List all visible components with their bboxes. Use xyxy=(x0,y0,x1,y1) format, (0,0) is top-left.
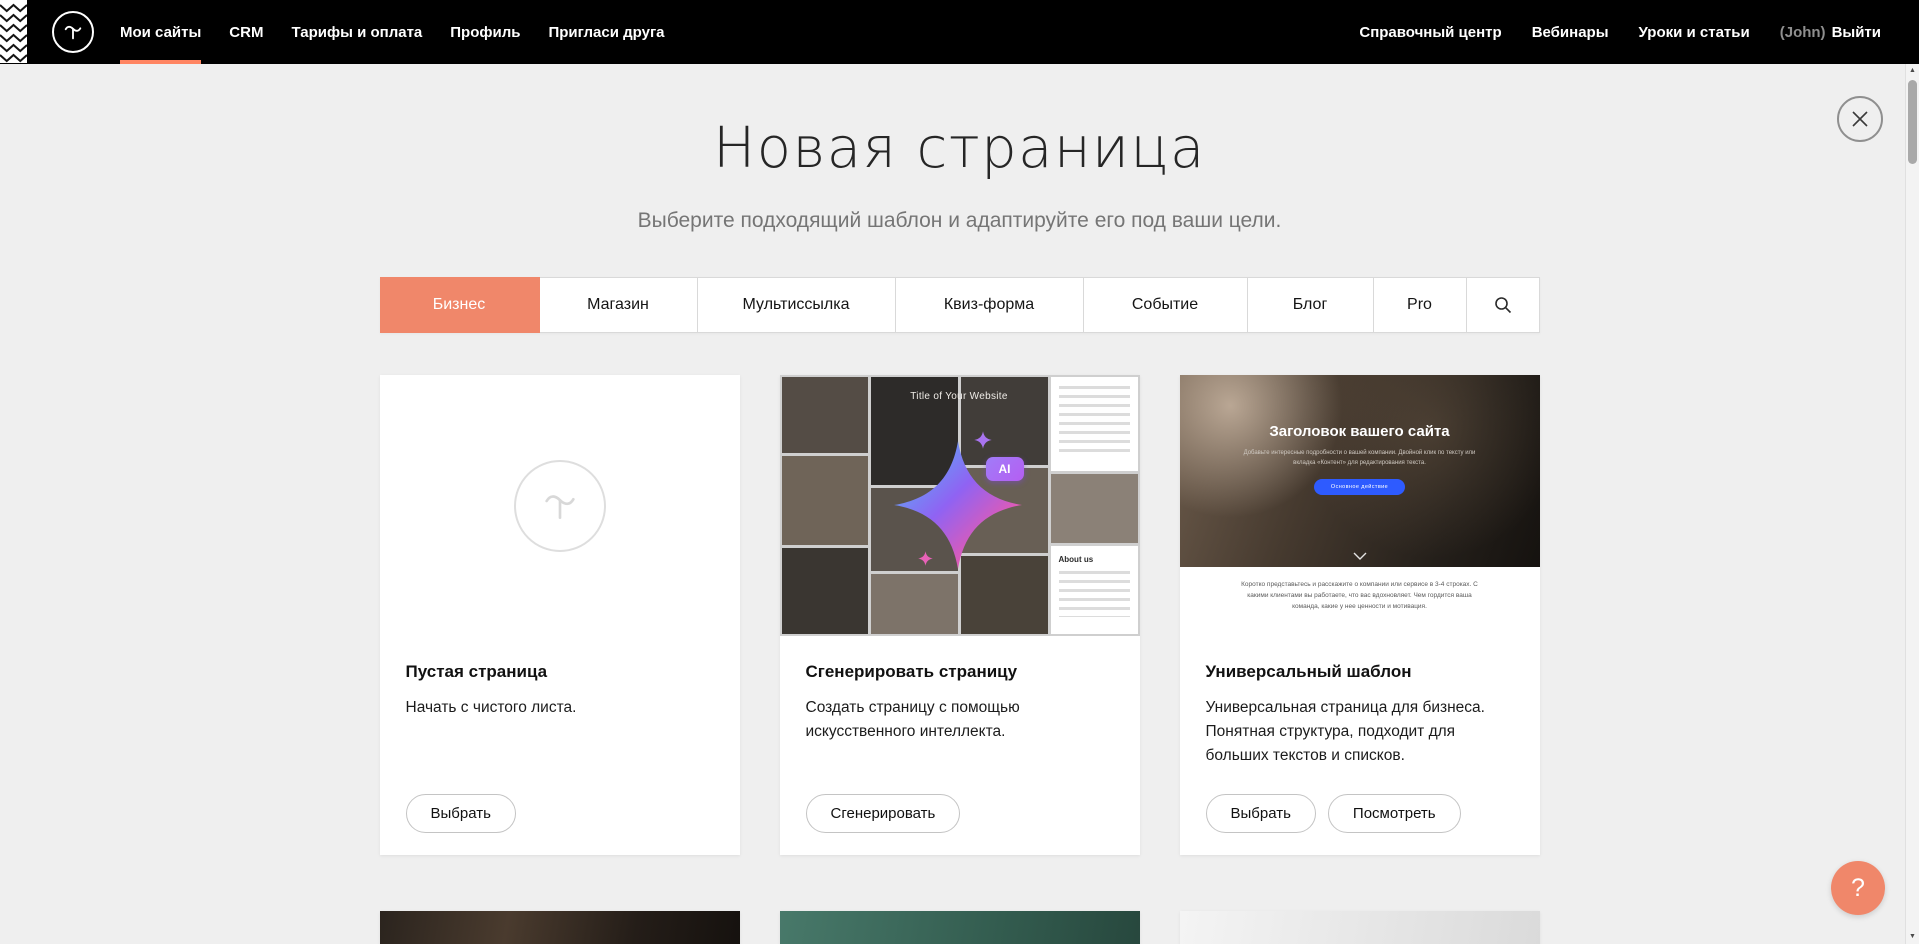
card-actions: Выбрать xyxy=(406,794,516,833)
nav-webinars[interactable]: Вебинары xyxy=(1532,24,1609,41)
select-blank-button[interactable]: Выбрать xyxy=(406,794,516,833)
card-title: Сгенерировать страницу xyxy=(806,662,1114,682)
close-icon xyxy=(1851,110,1869,128)
user-name: (John) xyxy=(1780,24,1826,41)
collage-photo xyxy=(782,548,868,634)
tab-business[interactable]: Бизнес xyxy=(380,277,540,333)
template-grid-row2 xyxy=(380,911,1540,944)
template-card-partial-2[interactable] xyxy=(780,911,1140,944)
preview-hero-button: Основное действие xyxy=(1314,479,1405,495)
tab-multilink[interactable]: Мультиссылка xyxy=(698,278,896,332)
tab-event[interactable]: Событие xyxy=(1084,278,1248,332)
scrollbar-up-icon[interactable]: ▲ xyxy=(1906,64,1919,78)
tab-blog[interactable]: Блог xyxy=(1248,278,1374,332)
tilda-logo-icon xyxy=(62,21,84,43)
tab-store[interactable]: Магазин xyxy=(540,278,698,332)
blank-preview xyxy=(380,375,740,636)
main-nav: Мои сайты CRM Тарифы и оплата Профиль Пр… xyxy=(120,0,693,64)
universal-preview: Заголовок вашего сайта Добавьте интересн… xyxy=(1180,375,1540,636)
collage-text-block xyxy=(1051,377,1138,471)
nav-invite-friend[interactable]: Пригласи друга xyxy=(548,0,664,64)
nav-lessons[interactable]: Уроки и статьи xyxy=(1639,24,1750,41)
card-description: Создать страницу с помощью искусственног… xyxy=(806,696,1114,744)
card-actions: Сгенерировать xyxy=(806,794,961,833)
template-grid: Пустая страница Начать с чистого листа. … xyxy=(380,375,1540,855)
collage-photo xyxy=(782,456,868,545)
zigzag-decoration-icon xyxy=(0,0,27,63)
page-title: Новая страница xyxy=(380,116,1540,181)
help-button[interactable]: ? xyxy=(1831,861,1885,915)
template-category-tabs: Бизнес Магазин Мультиссылка Квиз-форма С… xyxy=(380,277,1540,333)
preview-hero-title: Заголовок вашего сайта xyxy=(1269,423,1449,440)
about-label: About us xyxy=(1059,555,1130,564)
nav-crm[interactable]: CRM xyxy=(229,0,263,64)
template-card-blank[interactable]: Пустая страница Начать с чистого листа. … xyxy=(380,375,740,855)
card-title: Универсальный шаблон xyxy=(1206,662,1514,682)
collage-photo xyxy=(871,574,958,634)
collage-about-block: About us xyxy=(1051,546,1138,634)
ai-preview: About us Title of Your Website xyxy=(780,375,1140,636)
secondary-nav: Справочный центр Вебинары Уроки и статьи… xyxy=(1359,24,1881,41)
scrollbar-thumb[interactable] xyxy=(1908,80,1917,164)
card-title: Пустая страница xyxy=(406,662,714,682)
placeholder-text-lines xyxy=(1059,571,1130,617)
template-card-partial-3[interactable] xyxy=(1180,911,1540,944)
card-body: Пустая страница Начать с чистого листа. xyxy=(380,636,740,720)
top-navbar: Мои сайты CRM Тарифы и оплата Профиль Пр… xyxy=(0,0,1919,64)
preview-hero: Заголовок вашего сайта Добавьте интересн… xyxy=(1180,375,1540,567)
preview-universal-button[interactable]: Посмотреть xyxy=(1328,794,1461,833)
nav-logout[interactable]: (John) Выйти xyxy=(1780,24,1881,41)
collage-site-title: Title of Your Website xyxy=(871,391,1048,402)
scrollbar[interactable]: ▲ ▼ xyxy=(1905,64,1919,944)
tilda-watermark-icon xyxy=(514,460,606,552)
template-card-partial-1[interactable] xyxy=(380,911,740,944)
placeholder-text-lines xyxy=(1059,386,1130,458)
nav-profile[interactable]: Профиль xyxy=(450,0,520,64)
generate-button[interactable]: Сгенерировать xyxy=(806,794,961,833)
close-button[interactable] xyxy=(1837,96,1883,142)
preview-body: Коротко представьтесь и расскажите о ком… xyxy=(1180,567,1540,636)
nav-my-sites[interactable]: Мои сайты xyxy=(120,0,201,64)
logout-label: Выйти xyxy=(1832,24,1881,41)
nav-help-center[interactable]: Справочный центр xyxy=(1359,24,1501,41)
page-subtitle: Выберите подходящий шаблон и адаптируйте… xyxy=(380,209,1540,233)
nav-tariffs[interactable]: Тарифы и оплата xyxy=(291,0,422,64)
app-window: Мои сайты CRM Тарифы и оплата Профиль Пр… xyxy=(0,0,1919,944)
collage-photo xyxy=(782,377,868,453)
tab-pro[interactable]: Pro xyxy=(1374,278,1467,332)
chevron-down-icon xyxy=(1353,552,1367,560)
collage-photo xyxy=(1051,474,1138,543)
ai-badge: AI xyxy=(986,457,1024,481)
select-universal-button[interactable]: Выбрать xyxy=(1206,794,1316,833)
card-body: Универсальный шаблон Универсальная стран… xyxy=(1180,636,1540,768)
preview-body-text: Коротко представьтесь и расскажите о ком… xyxy=(1241,579,1479,636)
new-page-dialog: Новая страница Выберите подходящий шабло… xyxy=(380,116,1540,944)
preview-hero-subtitle: Добавьте интересные подробности о вашей … xyxy=(1244,448,1476,468)
search-icon xyxy=(1493,295,1513,315)
card-description: Универсальная страница для бизнеса. Поня… xyxy=(1206,696,1514,768)
search-tab[interactable] xyxy=(1467,278,1539,332)
card-body: Сгенерировать страницу Создать страницу … xyxy=(780,636,1140,744)
template-card-ai-generate[interactable]: About us Title of Your Website xyxy=(780,375,1140,855)
card-actions: Выбрать Посмотреть xyxy=(1206,794,1461,833)
sparkle-small-icon xyxy=(918,551,933,571)
tilda-logo[interactable] xyxy=(52,11,94,53)
tab-quiz-form[interactable]: Квиз-форма xyxy=(896,278,1084,332)
card-description: Начать с чистого листа. xyxy=(406,696,714,720)
sparkle-small-icon xyxy=(974,431,992,454)
template-card-universal[interactable]: Заголовок вашего сайта Добавьте интересн… xyxy=(1180,375,1540,855)
scrollbar-down-icon[interactable]: ▼ xyxy=(1906,930,1919,944)
